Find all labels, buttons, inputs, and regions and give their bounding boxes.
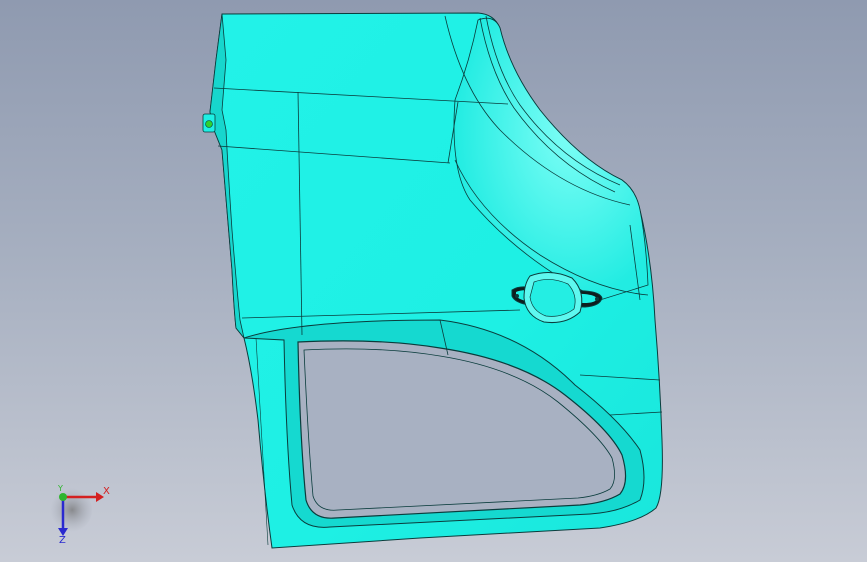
graphics-viewport[interactable]: X Y Z	[0, 0, 867, 562]
y-axis-label: Y	[58, 484, 63, 493]
door-panel-model[interactable]	[0, 0, 867, 562]
coordinate-triad	[48, 488, 104, 536]
z-axis-label: Z	[59, 535, 66, 546]
y-axis-dot	[59, 493, 67, 501]
mounting-bracket[interactable]	[202, 113, 216, 133]
selection-point-icon[interactable]	[205, 120, 213, 128]
x-axis-label: X	[103, 486, 110, 497]
